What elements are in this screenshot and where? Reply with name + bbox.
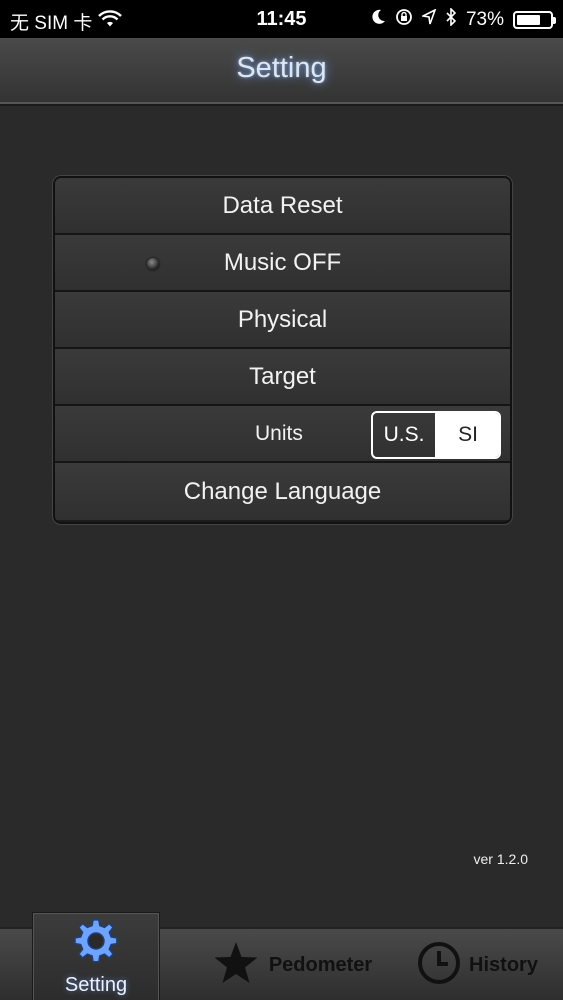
settings-panel: Data Reset Music OFF Physical Target Uni… xyxy=(53,176,512,524)
rotation-lock-icon xyxy=(395,8,413,32)
target-label: Target xyxy=(249,362,316,390)
tab-history[interactable]: History xyxy=(405,929,550,1000)
physical-button[interactable]: Physical xyxy=(55,292,510,349)
battery-percent: 73% xyxy=(465,9,504,30)
battery-icon xyxy=(513,11,556,29)
navigation-bar: Setting xyxy=(0,38,563,104)
units-si-option[interactable]: SI xyxy=(437,413,499,457)
physical-label: Physical xyxy=(237,305,328,333)
data-reset-button[interactable]: Data Reset xyxy=(55,178,510,235)
bluetooth-icon xyxy=(445,7,457,32)
gear-icon xyxy=(72,917,120,970)
clock-icon xyxy=(417,941,461,990)
battery-fill xyxy=(517,15,541,25)
units-label: Units xyxy=(255,421,303,445)
units-us-option[interactable]: U.S. xyxy=(373,413,437,457)
music-toggle-button[interactable]: Music OFF xyxy=(55,235,510,292)
status-bar: 无 SIM 卡 11:45 73% xyxy=(0,0,563,38)
change-language-label: Change Language xyxy=(183,477,382,505)
units-row: Units U.S. SI xyxy=(55,406,510,463)
tab-setting[interactable]: Setting xyxy=(32,912,160,1000)
page-title: Setting xyxy=(236,52,327,84)
tab-history-label: History xyxy=(469,954,538,976)
moon-icon xyxy=(372,9,386,31)
location-icon xyxy=(420,8,437,31)
version-label: ver 1.2.0 xyxy=(473,851,528,867)
data-reset-label: Data Reset xyxy=(222,191,343,219)
tab-setting-label: Setting xyxy=(64,974,128,996)
tab-pedometer[interactable]: Pedometer xyxy=(205,929,380,1000)
star-icon xyxy=(213,941,259,990)
music-label: Music OFF xyxy=(223,248,342,276)
music-status-indicator-icon xyxy=(147,258,159,270)
tab-bar: Setting Pedometer History xyxy=(0,912,563,1000)
tab-pedometer-label: Pedometer xyxy=(268,954,373,976)
target-button[interactable]: Target xyxy=(55,349,510,406)
change-language-button[interactable]: Change Language xyxy=(55,463,510,520)
units-segmented-control: U.S. SI xyxy=(371,411,501,459)
